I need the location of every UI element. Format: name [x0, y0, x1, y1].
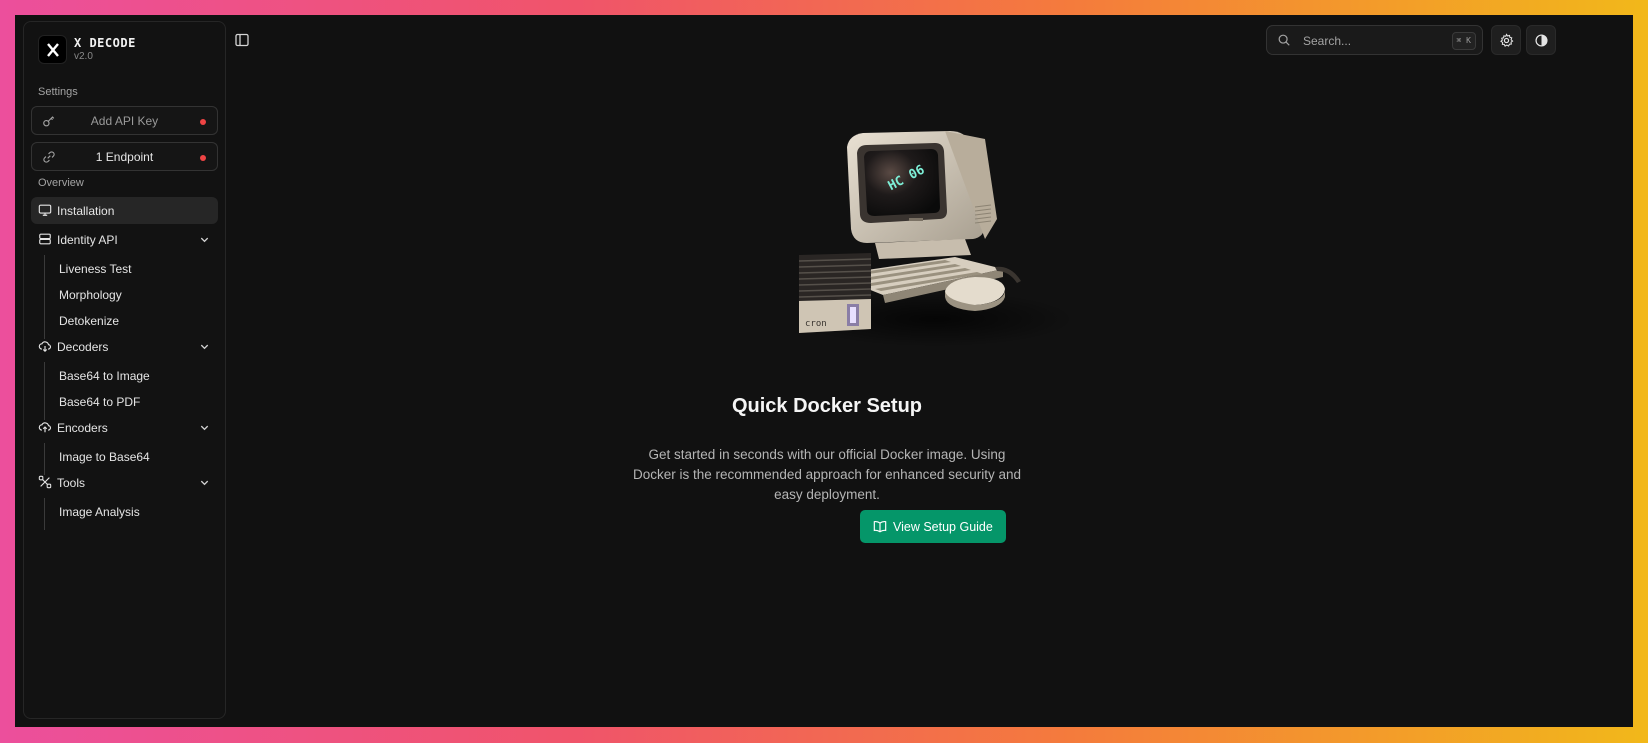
endpoint-label: 1 Endpoint: [95, 149, 154, 164]
brand-name: X DECODE: [74, 35, 136, 50]
settings-section-label: Settings: [38, 86, 78, 98]
sidebar: X DECODE v2.0 Settings Add API Key 1 End…: [23, 21, 226, 719]
add-api-key-label: Add API Key: [90, 113, 159, 128]
search-shortcut-badge: ⌘ K: [1451, 32, 1476, 50]
x-logo-icon: [46, 42, 59, 57]
brand-logo: [38, 35, 67, 64]
sidebar-subitem-image-to-base64[interactable]: Image to Base64: [59, 450, 150, 464]
sidebar-toggle-icon[interactable]: [234, 32, 250, 48]
tools-subgroup: Image Analysis: [44, 498, 140, 530]
tools-icon: [38, 475, 52, 489]
endpoint-button[interactable]: 1 Endpoint: [31, 142, 218, 171]
contrast-icon: [1535, 34, 1548, 47]
api-key-status-dot: [200, 119, 206, 125]
page-description: Get started in seconds with our official…: [633, 447, 1021, 502]
page-title: Quick Docker Setup: [731, 395, 923, 417]
sidebar-item-label: Encoders: [57, 421, 108, 435]
search-icon: [1278, 34, 1290, 46]
sidebar-item-decoders[interactable]: Decoders: [31, 333, 218, 360]
drive-label-text: cron: [805, 319, 827, 329]
cloud-upload-icon: [38, 422, 52, 433]
chevron-down-icon[interactable]: [199, 234, 210, 245]
book-open-icon: [873, 521, 887, 533]
chevron-down-icon[interactable]: [199, 341, 210, 352]
brand[interactable]: X DECODE v2.0: [38, 35, 136, 64]
sidebar-subitem-liveness-test[interactable]: Liveness Test: [59, 262, 132, 276]
sidebar-subitem-base64-to-image[interactable]: Base64 to Image: [59, 369, 150, 383]
server-icon: [39, 233, 51, 245]
cloud-download-icon: [38, 341, 52, 353]
sidebar-item-encoders[interactable]: Encoders: [31, 414, 218, 441]
view-setup-guide-button[interactable]: View Setup Guide: [860, 510, 1006, 543]
theme-toggle-button[interactable]: [1526, 25, 1556, 55]
gear-icon: [1500, 33, 1514, 47]
sidebar-item-label: Decoders: [57, 340, 109, 354]
sidebar-subitem-image-analysis[interactable]: Image Analysis: [59, 505, 140, 519]
app-window: X DECODE v2.0 Settings Add API Key 1 End…: [15, 15, 1633, 727]
chevron-down-icon[interactable]: [199, 477, 210, 488]
chevron-down-icon[interactable]: [199, 422, 210, 433]
search-input[interactable]: Search... ⌘ K: [1266, 25, 1483, 55]
search-placeholder: Search...: [1303, 34, 1352, 48]
add-api-key-button[interactable]: Add API Key: [31, 106, 218, 135]
retro-computer-illustration: HC 06 cron: [795, 131, 1075, 347]
sidebar-item-label: Tools: [57, 476, 86, 490]
settings-button[interactable]: [1491, 25, 1521, 55]
sidebar-item-identity-api[interactable]: Identity API: [31, 226, 218, 253]
view-setup-guide-label: View Setup Guide: [893, 520, 993, 534]
identity-api-subgroup: Liveness Test Morphology Detokenize: [44, 255, 132, 339]
overview-section-label: Overview: [38, 177, 84, 189]
key-icon: [43, 116, 55, 127]
brand-version: v2.0: [74, 50, 93, 62]
sidebar-item-tools[interactable]: Tools: [31, 469, 218, 496]
sidebar-subitem-detokenize[interactable]: Detokenize: [59, 314, 119, 328]
sidebar-subitem-base64-to-pdf[interactable]: Base64 to PDF: [59, 395, 140, 409]
link-icon: [43, 151, 55, 163]
decoders-subgroup: Base64 to Image Base64 to PDF: [44, 362, 150, 420]
monitor-icon: [38, 204, 52, 216]
endpoint-status-dot: [200, 155, 206, 161]
sidebar-item-installation[interactable]: Installation: [31, 197, 218, 224]
sidebar-item-label: Installation: [57, 204, 115, 218]
sidebar-subitem-morphology[interactable]: Morphology: [59, 288, 122, 302]
sidebar-item-label: Identity API: [57, 233, 118, 247]
